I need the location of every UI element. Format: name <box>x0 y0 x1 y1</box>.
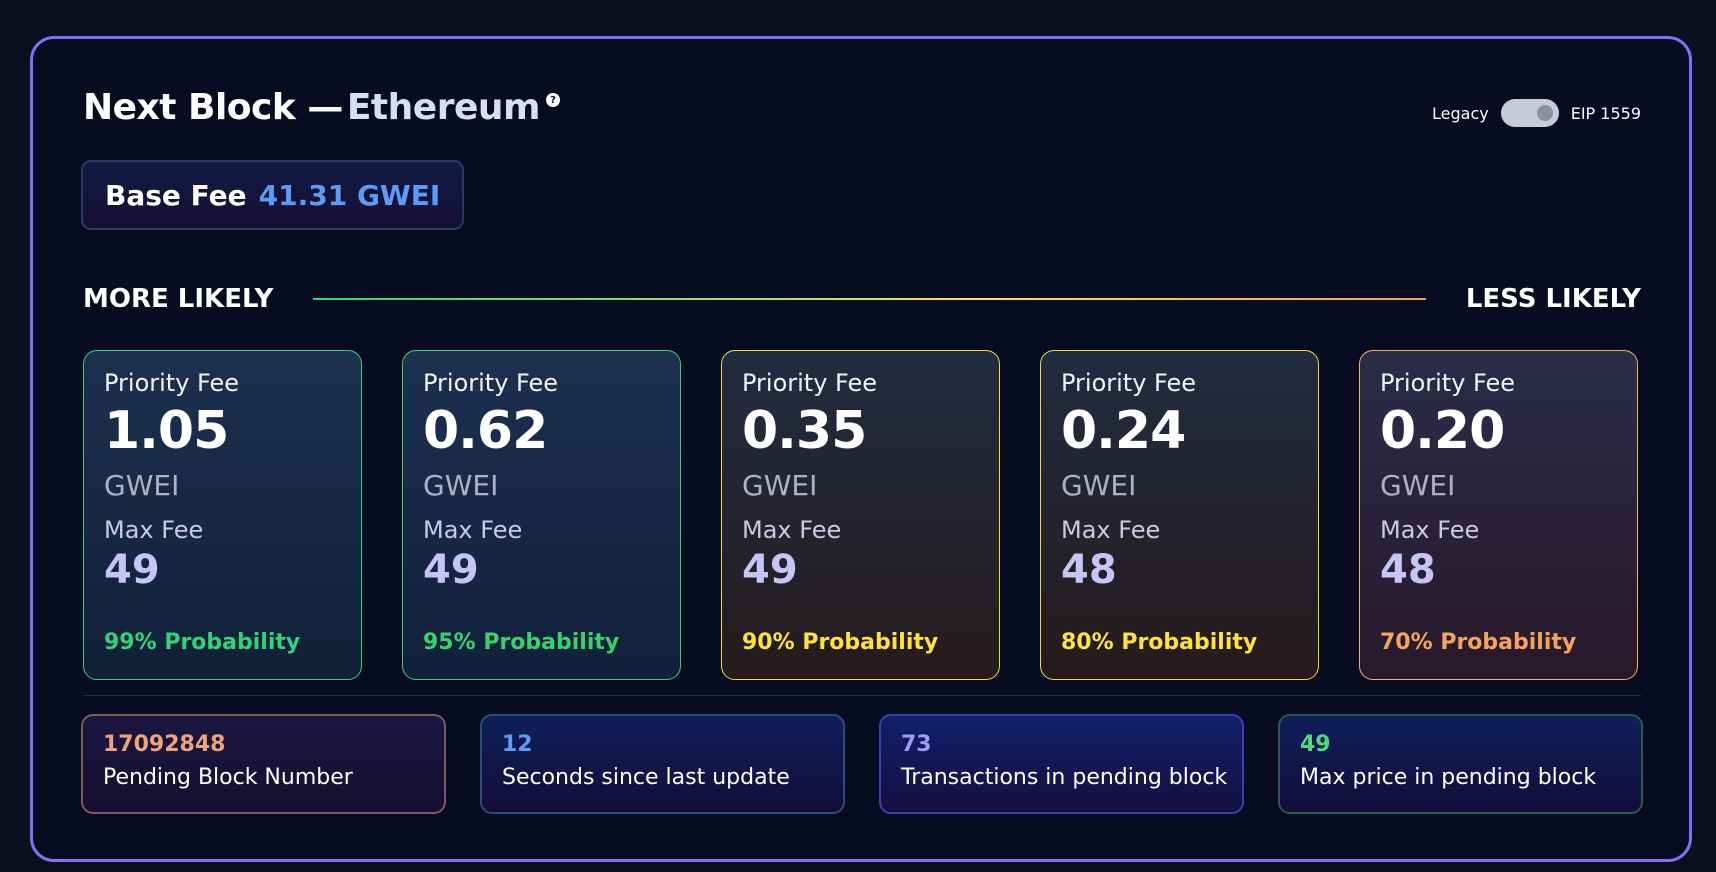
stat-value: 12 <box>502 732 533 757</box>
page-title: Next Block — Ethereum ? <box>83 87 560 128</box>
gas-estimator-panel: Next Block — Ethereum ? Legacy EIP 1559 … <box>30 36 1692 862</box>
max-fee-value: 49 <box>742 547 798 593</box>
base-fee-badge: Base Fee 41.31 GWEI <box>81 160 465 230</box>
priority-fee-label: Priority Fee <box>742 369 878 397</box>
max-fee-label: Max Fee <box>104 516 204 544</box>
section-divider <box>83 695 1641 696</box>
priority-fee-label: Priority Fee <box>423 369 559 397</box>
fee-unit: GWEI <box>742 469 818 502</box>
stat-pending-block-number: 17092848 Pending Block Number <box>81 714 446 814</box>
max-fee-label: Max Fee <box>1061 516 1161 544</box>
fee-card[interactable]: Priority Fee 0.35 GWEI Max Fee 49 90% Pr… <box>721 350 1000 680</box>
stat-value: 49 <box>1300 732 1331 757</box>
max-fee-value: 48 <box>1061 547 1117 593</box>
stat-transactions-pending: 73 Transactions in pending block <box>879 714 1244 814</box>
fee-card[interactable]: Priority Fee 0.62 GWEI Max Fee 49 95% Pr… <box>402 350 681 680</box>
stat-label: Seconds since last update <box>502 765 790 790</box>
probability-label: 70% Probability <box>1380 630 1577 655</box>
switch-knob <box>1536 105 1553 121</box>
fee-unit: GWEI <box>423 469 499 502</box>
priority-fee-value: 0.20 <box>1380 401 1505 461</box>
fee-mode-toggle: Legacy EIP 1559 <box>1432 99 1641 127</box>
stat-seconds-since-update: 12 Seconds since last update <box>480 714 845 814</box>
fee-unit: GWEI <box>1380 469 1456 502</box>
stat-label: Max price in pending block <box>1300 765 1597 790</box>
stat-label: Transactions in pending block <box>901 765 1228 790</box>
priority-fee-label: Priority Fee <box>104 369 240 397</box>
fee-card[interactable]: Priority Fee 0.24 GWEI Max Fee 48 80% Pr… <box>1040 350 1319 680</box>
priority-fee-label: Priority Fee <box>1380 369 1516 397</box>
priority-fee-value: 0.24 <box>1061 401 1186 461</box>
priority-fee-label: Priority Fee <box>1061 369 1197 397</box>
stat-value: 73 <box>901 732 932 757</box>
base-fee-value: 41.31 GWEI <box>258 178 441 212</box>
help-icon[interactable]: ? <box>546 93 560 107</box>
max-fee-value: 49 <box>104 547 160 593</box>
base-fee-label: Base Fee <box>105 178 247 212</box>
max-fee-label: Max Fee <box>423 516 523 544</box>
priority-fee-value: 0.62 <box>423 401 548 461</box>
max-fee-label: Max Fee <box>1380 516 1480 544</box>
likelihood-gradient-line <box>313 298 1426 300</box>
fee-card[interactable]: Priority Fee 0.20 GWEI Max Fee 48 70% Pr… <box>1359 350 1638 680</box>
likelihood-scale: MORE LIKELY LESS LIKELY <box>83 279 1641 319</box>
legacy-label[interactable]: Legacy <box>1432 104 1489 123</box>
chain-name: Ethereum <box>346 87 541 128</box>
more-likely-label: MORE LIKELY <box>83 284 274 314</box>
stat-label: Pending Block Number <box>103 765 353 790</box>
max-fee-value: 48 <box>1380 547 1436 593</box>
eip1559-label[interactable]: EIP 1559 <box>1571 104 1641 123</box>
max-fee-label: Max Fee <box>742 516 842 544</box>
priority-fee-value: 1.05 <box>104 401 229 461</box>
probability-label: 95% Probability <box>423 630 620 655</box>
stat-max-price-pending: 49 Max price in pending block <box>1278 714 1643 814</box>
priority-fee-value: 0.35 <box>742 401 867 461</box>
fee-unit: GWEI <box>1061 469 1137 502</box>
fee-card[interactable]: Priority Fee 1.05 GWEI Max Fee 49 99% Pr… <box>83 350 362 680</box>
less-likely-label: LESS LIKELY <box>1465 284 1641 314</box>
max-fee-value: 49 <box>423 547 479 593</box>
probability-label: 80% Probability <box>1061 630 1258 655</box>
stat-value: 17092848 <box>103 732 226 757</box>
fee-unit: GWEI <box>104 469 180 502</box>
mode-switch[interactable] <box>1500 99 1559 127</box>
probability-label: 90% Probability <box>742 630 939 655</box>
fee-cards: Priority Fee 1.05 GWEI Max Fee 49 99% Pr… <box>83 350 1638 680</box>
title-text: Next Block — <box>83 87 343 128</box>
probability-label: 99% Probability <box>104 630 301 655</box>
block-stats: 17092848 Pending Block Number 12 Seconds… <box>81 714 1643 814</box>
